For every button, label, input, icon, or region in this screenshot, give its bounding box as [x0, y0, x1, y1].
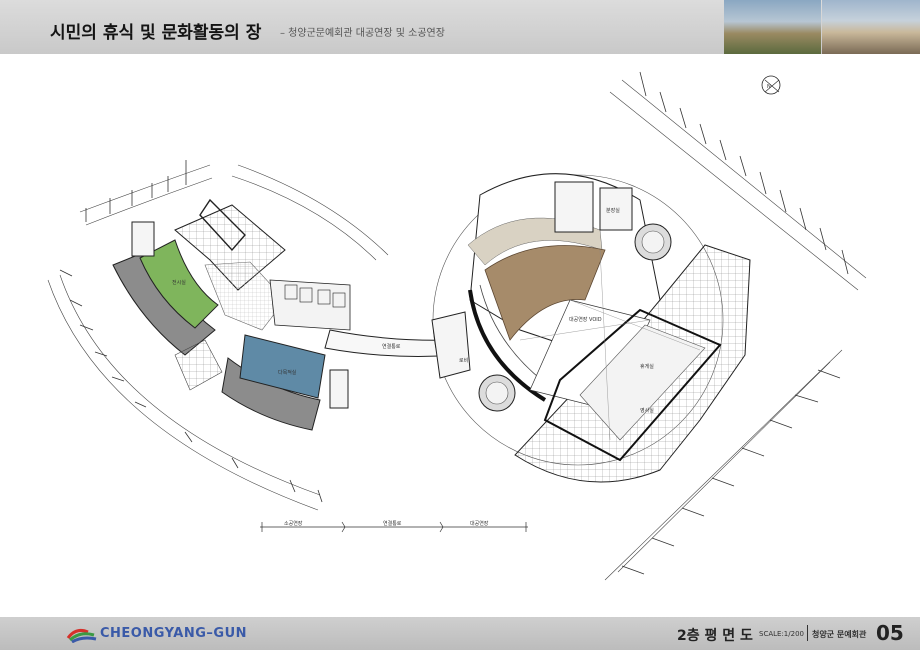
room-label-corridor: 연결통로	[382, 343, 401, 350]
page-subtitle: – 청양군문예회관 대공연장 및 소공연장	[280, 28, 445, 39]
page-number: 05	[876, 621, 904, 645]
plan-title: 2층 평 면 도	[677, 628, 753, 644]
north-arrow	[761, 75, 781, 95]
north-label: N	[767, 84, 771, 90]
main-hall-wing	[431, 173, 751, 483]
section-label-corridor: 연결통로	[383, 520, 402, 527]
room-label-multipurpose: 다목적실	[278, 369, 297, 376]
small-hall-wing	[112, 198, 351, 431]
page-title: 시민의 휴식 및 문화활동의 장	[50, 23, 262, 43]
room-label-void: 대공연장 VOID	[569, 316, 602, 323]
room-label-dressing: 분장실	[606, 207, 620, 214]
section-axis: 소공연장 연결통로 대공연장	[260, 520, 528, 533]
room-label-lounge: 휴게실	[640, 363, 654, 370]
cheongyang-logo-icon	[66, 629, 97, 643]
building-photo-1	[724, 0, 821, 54]
scale-label: SCALE:1/200	[759, 630, 804, 638]
section-label-small-hall: 소공연장	[284, 520, 303, 527]
floor-plan: 전시실 다목적실 연결통로 대공연장 VOID 로비 분장실 휴게실 영사실 N…	[47, 71, 867, 581]
room-label-lobby: 로비	[459, 357, 468, 364]
footer-divider	[807, 625, 808, 641]
section-label-main-hall: 대공연장	[470, 520, 489, 527]
header-bar: 시민의 휴식 및 문화활동의 장 – 청양군문예회관 대공연장 및 소공연장	[0, 0, 920, 54]
building-name: 청양군 문예회관	[812, 630, 867, 639]
room-label-projection: 영사실	[640, 407, 654, 414]
building-photo-2	[822, 0, 920, 54]
room-label-exhibition: 전시실	[172, 279, 186, 286]
footer-bar: CHEONGYANG–GUN 2층 평 면 도 SCALE:1/200 청양군 …	[0, 617, 920, 650]
cheongyang-logo-text: CHEONGYANG–GUN	[100, 626, 248, 641]
